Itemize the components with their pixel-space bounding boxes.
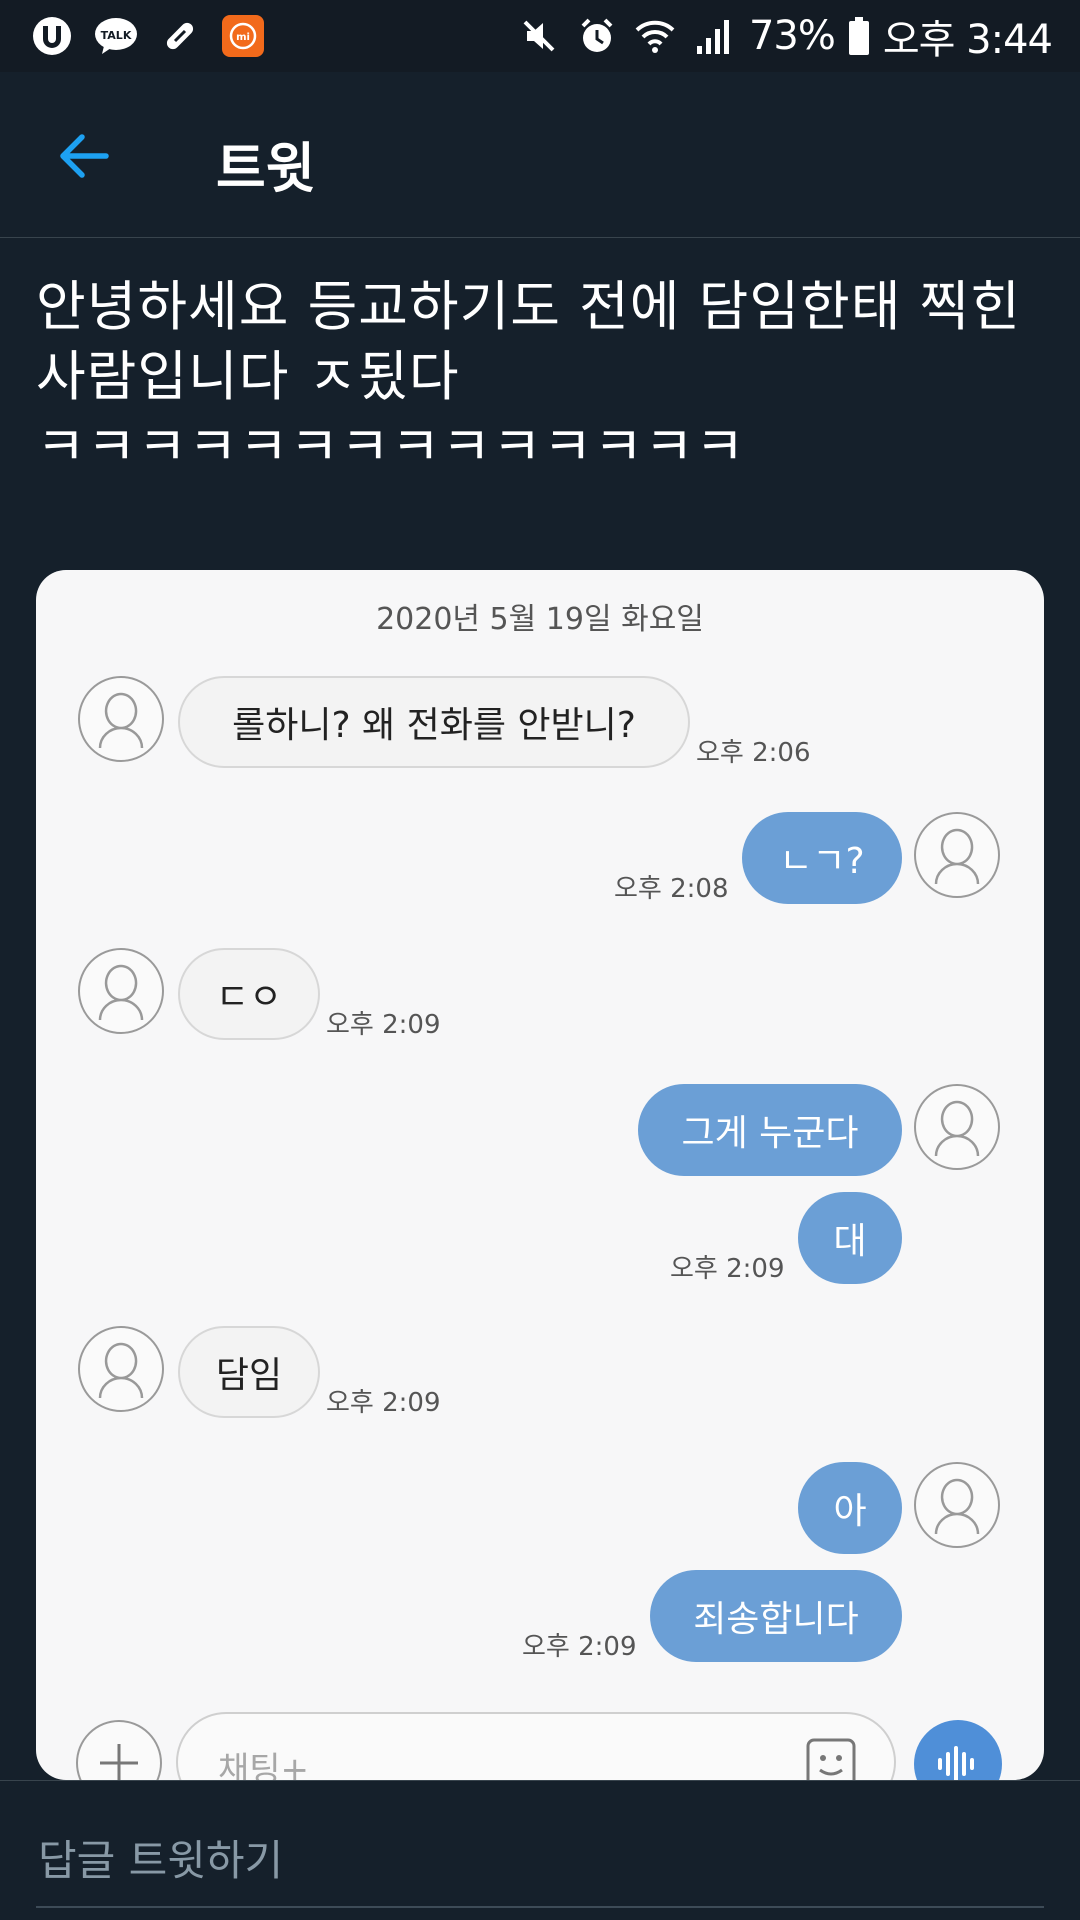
alarm-icon: [575, 14, 619, 58]
kakaotalk-icon: TALK: [94, 14, 138, 58]
message-bubble-outgoing: 그게 누군다: [638, 1084, 902, 1176]
status-bar-left: TALK mi: [30, 14, 264, 58]
person-icon: [934, 1100, 980, 1157]
avatar: [914, 1084, 1000, 1170]
message-bubble-outgoing: 아: [798, 1462, 902, 1554]
reply-underline: [36, 1906, 1044, 1908]
person-icon: [934, 828, 980, 885]
back-button[interactable]: [54, 126, 114, 186]
person-icon: [98, 964, 144, 1021]
arrow-left-icon: [60, 134, 109, 178]
wifi-icon: [633, 14, 677, 58]
signal-icon: [691, 14, 735, 58]
chat-date: 2020년 5월 19일 화요일: [376, 602, 704, 637]
top-app-bar: 트윗: [0, 72, 1080, 238]
reply-input[interactable]: 답글 트윗하기: [38, 1827, 283, 1888]
avatar: [914, 1462, 1000, 1548]
voice-input-icon: [914, 1720, 1002, 1780]
message-bubble-outgoing: ㄴㄱ?: [742, 812, 902, 904]
message-bubble-incoming: ㄷㅇ: [178, 948, 320, 1040]
message-time: 오후 2:08: [614, 874, 729, 904]
battery-icon: [848, 17, 869, 55]
chat-input-placeholder: 채팅+: [218, 1750, 310, 1780]
avatar: [78, 676, 164, 762]
kakaotalk-label: TALK: [101, 29, 132, 42]
avatar: [78, 948, 164, 1034]
message-time: 오후 2:06: [696, 738, 811, 768]
clock: 오후 3:44: [882, 17, 1053, 63]
avatar: [78, 1326, 164, 1412]
message-bubble-incoming: 롤하니? 왜 전화를 안받니?: [178, 676, 690, 768]
tweet-text: 안녕하세요 등교하기도 전에 담임한태 찍힌 사람입니다 ㅈ됬다 ㅋㅋㅋㅋㅋㅋㅋ…: [36, 275, 1021, 478]
pill-icon: [158, 14, 202, 58]
message-time: 오후 2:09: [670, 1254, 785, 1284]
chat-input-field: 채팅+: [176, 1712, 896, 1780]
status-bar: TALK mi 73% 오후 3:44: [0, 0, 1080, 72]
message-bubble-outgoing: 죄송합니다: [650, 1570, 902, 1662]
battery-percent: 73%: [748, 13, 836, 59]
person-icon: [934, 1478, 980, 1535]
page-title: 트윗: [216, 137, 316, 200]
message-bubble-outgoing: 대: [798, 1192, 902, 1284]
u-plus-icon: [30, 14, 74, 58]
status-bar-right: 73% 오후 3:44: [517, 12, 1053, 63]
mi-label: mi: [236, 32, 250, 43]
reply-bar: 답글 트윗하기: [0, 1780, 1080, 1920]
mute-icon: [517, 14, 561, 58]
person-icon: [98, 692, 144, 749]
tweet-media-image[interactable]: 2020년 5월 19일 화요일 롤하니? 왜 전화를 안받니? 오후 2:06…: [36, 570, 1044, 1780]
message-bubble-incoming: 담임: [178, 1326, 320, 1418]
message-time: 오후 2:09: [522, 1632, 637, 1662]
chat-plus-icon: [76, 1720, 162, 1780]
message-time: 오후 2:09: [326, 1010, 441, 1040]
sticker-icon: [806, 1738, 856, 1780]
mi-icon: mi: [222, 15, 264, 57]
avatar: [914, 812, 1000, 898]
person-icon: [98, 1342, 144, 1399]
message-time: 오후 2:09: [326, 1388, 441, 1418]
